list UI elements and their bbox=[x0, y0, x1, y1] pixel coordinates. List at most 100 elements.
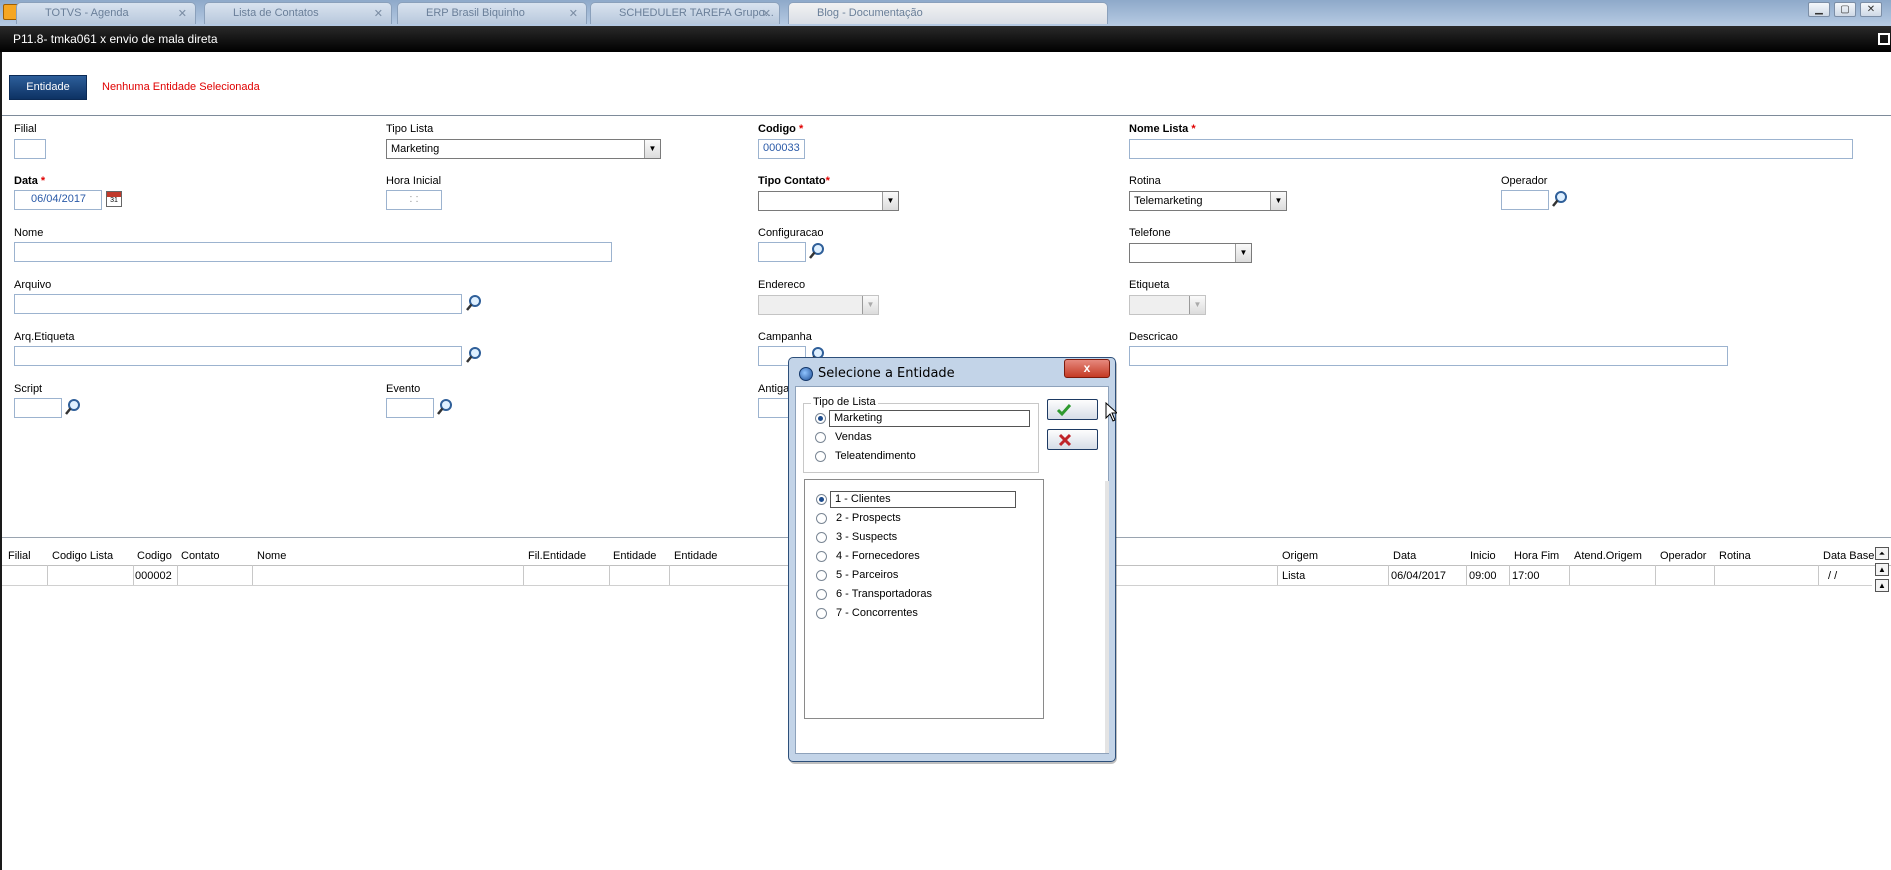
option-suspects[interactable]: 3 - Suspects bbox=[836, 531, 897, 543]
radio-parceiros[interactable] bbox=[816, 570, 827, 581]
codigo-field[interactable]: 000033 bbox=[758, 139, 805, 159]
column-header[interactable]: Data bbox=[1393, 550, 1416, 562]
radio-suspects[interactable] bbox=[816, 532, 827, 543]
column-header[interactable]: Nome bbox=[257, 550, 286, 562]
rotina-select[interactable]: Telemarketing ▼ bbox=[1129, 191, 1287, 211]
minimize-button[interactable]: ▁ bbox=[1808, 2, 1830, 17]
dialog-close-button[interactable]: x bbox=[1064, 359, 1110, 378]
descricao-field[interactable] bbox=[1129, 346, 1728, 366]
radio-transportadoras[interactable] bbox=[816, 589, 827, 600]
option-vendas[interactable]: Vendas bbox=[835, 431, 872, 443]
filial-label: Filial bbox=[14, 123, 37, 135]
close-icon[interactable]: ✕ bbox=[374, 7, 383, 20]
telefone-select[interactable]: ▼ bbox=[1129, 243, 1252, 263]
option-teleatendimento[interactable]: Teleatendimento bbox=[835, 450, 916, 462]
operador-field[interactable] bbox=[1501, 190, 1549, 210]
divider bbox=[0, 115, 1891, 116]
cell-divider bbox=[1466, 565, 1467, 585]
browser-tab[interactable]: Blog - Documentação bbox=[788, 2, 1108, 24]
cross-icon bbox=[1058, 433, 1072, 447]
nome-lista-field[interactable] bbox=[1129, 139, 1853, 159]
column-header[interactable]: Fil.Entidade bbox=[528, 550, 586, 562]
option-prospects[interactable]: 2 - Prospects bbox=[836, 512, 901, 524]
close-icon[interactable]: ✕ bbox=[178, 7, 187, 20]
chevron-down-icon[interactable]: ▼ bbox=[644, 140, 660, 158]
magnifier-icon[interactable] bbox=[64, 398, 82, 416]
script-label: Script bbox=[14, 383, 43, 395]
column-header[interactable]: Contato bbox=[181, 550, 220, 562]
option-marketing[interactable]: Marketing bbox=[829, 410, 1030, 427]
column-header[interactable]: Entidade bbox=[613, 550, 656, 562]
column-header[interactable]: Data Base bbox=[1823, 550, 1874, 562]
browser-tab[interactable]: SCHEDULER TAREFA Grupo... ✕ bbox=[590, 2, 780, 24]
chevron-down-icon[interactable]: ▼ bbox=[1235, 244, 1251, 262]
codigo-label: Codigo * bbox=[758, 123, 804, 135]
close-icon[interactable]: ✕ bbox=[762, 7, 771, 20]
evento-field[interactable] bbox=[386, 398, 434, 418]
cell-divider bbox=[1714, 565, 1715, 585]
browser-tab[interactable]: ERP Brasil Biquinho ✕ bbox=[397, 2, 587, 24]
scroll-top-button[interactable]: ⏶ bbox=[1875, 547, 1889, 560]
radio-clientes[interactable] bbox=[816, 494, 827, 505]
cell-divider bbox=[1569, 565, 1570, 585]
calendar-icon[interactable]: 31 bbox=[106, 191, 122, 207]
column-header[interactable]: Hora Fim bbox=[1514, 550, 1559, 562]
close-window-button[interactable]: ✕ bbox=[1860, 2, 1882, 17]
column-header[interactable]: Codigo Lista bbox=[52, 550, 113, 562]
browser-tab[interactable]: Lista de Contatos ✕ bbox=[204, 2, 392, 24]
column-header[interactable]: Operador bbox=[1660, 550, 1706, 562]
filial-field[interactable] bbox=[14, 139, 46, 159]
radio-vendas[interactable] bbox=[815, 432, 826, 443]
option-clientes[interactable]: 1 - Clientes bbox=[830, 491, 1016, 508]
radio-fornecedores[interactable] bbox=[816, 551, 827, 562]
hora-inicial-field[interactable]: : : bbox=[386, 190, 442, 210]
script-field[interactable] bbox=[14, 398, 62, 418]
confirm-button[interactable] bbox=[1047, 399, 1098, 420]
column-header[interactable]: Inicio bbox=[1470, 550, 1496, 562]
magnifier-icon[interactable] bbox=[808, 242, 826, 260]
configuracao-field[interactable] bbox=[758, 242, 806, 262]
chevron-down-icon[interactable]: ▼ bbox=[1270, 192, 1286, 210]
magnifier-icon[interactable] bbox=[465, 346, 483, 364]
option-transportadoras[interactable]: 6 - Transportadoras bbox=[836, 588, 932, 600]
entity-button[interactable]: Entidade bbox=[9, 75, 87, 100]
descricao-label: Descricao bbox=[1129, 331, 1178, 343]
maximize-button[interactable]: ▢ bbox=[1834, 2, 1856, 17]
arq-etiqueta-label: Arq.Etiqueta bbox=[14, 331, 75, 343]
arq-etiqueta-field[interactable] bbox=[14, 346, 462, 366]
option-fornecedores[interactable]: 4 - Fornecedores bbox=[836, 550, 920, 562]
option-concorrentes[interactable]: 7 - Concorrentes bbox=[836, 607, 918, 619]
radio-prospects[interactable] bbox=[816, 513, 827, 524]
browser-tab[interactable]: TOTVS - Agenda ✕ bbox=[16, 2, 196, 24]
column-header[interactable]: Codigo bbox=[137, 550, 172, 562]
tipo-contato-select[interactable]: ▼ bbox=[758, 191, 899, 211]
data-field[interactable]: 06/04/2017 bbox=[14, 190, 102, 210]
magnifier-icon[interactable] bbox=[1551, 190, 1569, 208]
scroll-page-button[interactable]: ▲ bbox=[1875, 579, 1889, 592]
column-header[interactable]: Origem bbox=[1282, 550, 1318, 562]
radio-marketing[interactable] bbox=[815, 413, 826, 424]
scroll-up-button[interactable]: ▲ bbox=[1875, 563, 1889, 576]
tipo-lista-select[interactable]: Marketing ▼ bbox=[386, 139, 661, 159]
chevron-down-icon[interactable]: ▼ bbox=[882, 192, 898, 210]
nome-field[interactable] bbox=[14, 242, 612, 262]
expand-icon[interactable] bbox=[1878, 33, 1890, 45]
check-icon bbox=[1056, 404, 1072, 417]
magnifier-icon[interactable] bbox=[436, 398, 454, 416]
cancel-button[interactable] bbox=[1047, 429, 1098, 450]
dialog-app-icon bbox=[799, 367, 813, 381]
tab-title: TOTVS - Agenda bbox=[45, 7, 129, 19]
column-header[interactable]: Entidade bbox=[674, 550, 717, 562]
radio-teleatendimento[interactable] bbox=[815, 451, 826, 462]
telefone-label: Telefone bbox=[1129, 227, 1171, 239]
close-icon[interactable]: ✕ bbox=[569, 7, 578, 20]
option-parceiros[interactable]: 5 - Parceiros bbox=[836, 569, 898, 581]
column-header[interactable]: Atend.Origem bbox=[1574, 550, 1642, 562]
radio-concorrentes[interactable] bbox=[816, 608, 827, 619]
arquivo-field[interactable] bbox=[14, 294, 462, 314]
etiqueta-label: Etiqueta bbox=[1129, 279, 1170, 291]
column-header[interactable]: Rotina bbox=[1719, 550, 1751, 562]
column-header[interactable]: Filial bbox=[8, 550, 31, 562]
dialog-scroll-gutter bbox=[1105, 481, 1109, 753]
magnifier-icon[interactable] bbox=[465, 294, 483, 312]
